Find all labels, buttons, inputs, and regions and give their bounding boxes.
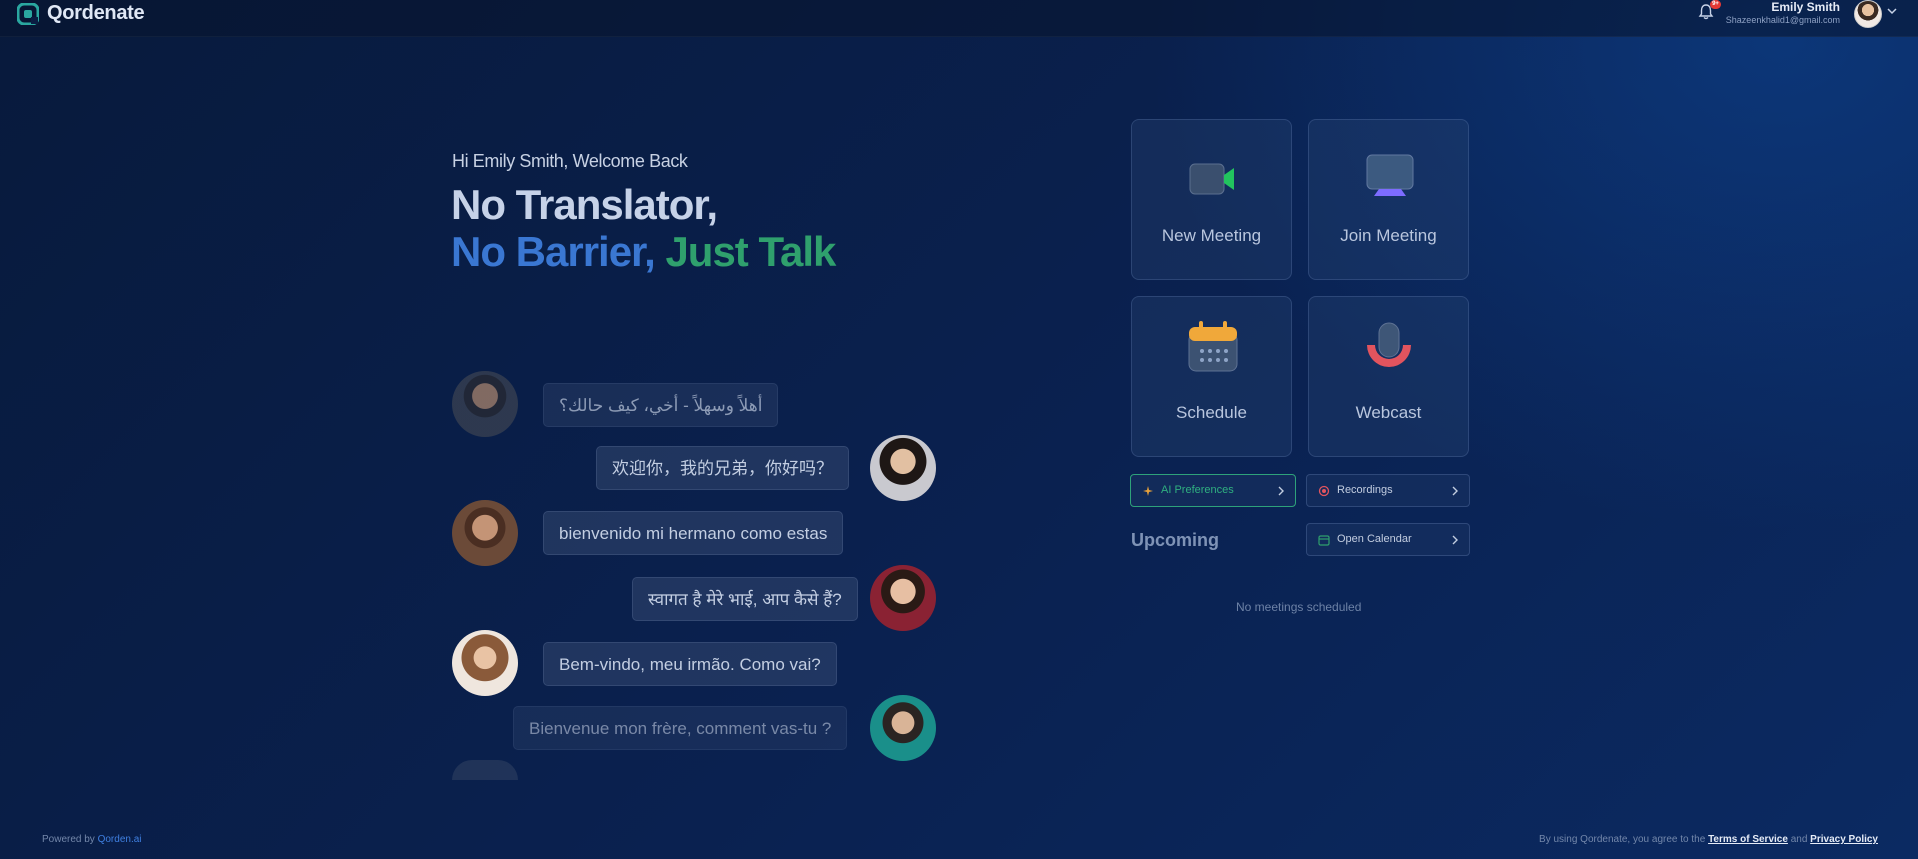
user-name[interactable]: Emily Smith xyxy=(1771,0,1840,14)
legal-notice: By using Qordenate, you agree to the Ter… xyxy=(1539,834,1878,845)
webcast-label: Webcast xyxy=(1355,403,1422,422)
chat-bubble: Bienvenue mon frère, comment vas-tu ? xyxy=(513,706,848,750)
ai-preferences-button[interactable]: AI Preferences xyxy=(1130,474,1296,507)
empty-state-text: No meetings scheduled xyxy=(1236,600,1362,614)
monitor-icon xyxy=(1366,154,1413,196)
headline-line-2: No Barrier, Just Talk xyxy=(451,228,836,276)
powered-by: Powered by Qorden.ai xyxy=(42,834,142,845)
calendar-icon xyxy=(1188,321,1237,372)
chat-avatar xyxy=(870,695,936,761)
schedule-card[interactable]: Schedule xyxy=(1131,296,1292,457)
join-meeting-card[interactable]: Join Meeting xyxy=(1308,119,1469,280)
chat-avatar xyxy=(452,500,518,566)
top-bar xyxy=(0,0,1918,37)
recordings-button[interactable]: Recordings xyxy=(1306,474,1470,507)
upcoming-title: Upcoming xyxy=(1131,530,1219,550)
terms-link[interactable]: Terms of Service xyxy=(1708,834,1788,845)
open-calendar-button[interactable]: Open Calendar xyxy=(1306,523,1470,556)
user-avatar[interactable] xyxy=(1854,0,1882,28)
chat-avatar xyxy=(452,760,518,780)
calendar-small-icon xyxy=(1318,535,1330,546)
chat-bubble: bienvenido mi hermano como estas xyxy=(543,511,844,555)
join-meeting-label: Join Meeting xyxy=(1340,226,1437,245)
user-email: Shazeenkhalid1@gmail.com xyxy=(1725,15,1840,25)
video-camera-icon xyxy=(1189,163,1234,195)
new-meeting-label: New Meeting xyxy=(1161,226,1262,245)
record-icon xyxy=(1318,485,1330,497)
app-name: Qordenate xyxy=(47,2,145,24)
app-logo[interactable]: Qordenate xyxy=(17,2,145,25)
webcast-card[interactable]: Webcast xyxy=(1308,296,1469,457)
headline-green: Just Talk xyxy=(665,228,836,275)
recordings-label: Recordings xyxy=(1337,484,1393,496)
open-calendar-label: Open Calendar xyxy=(1337,533,1412,545)
powered-prefix: Powered by xyxy=(42,834,95,845)
chevron-right-icon xyxy=(1452,486,1458,496)
welcome-greeting: Hi Emily Smith, Welcome Back xyxy=(452,151,688,171)
and-text: and xyxy=(1790,834,1808,845)
powered-brand-link[interactable]: Qorden.ai xyxy=(98,834,142,845)
chat-avatar xyxy=(452,630,518,696)
chat-avatar xyxy=(452,371,518,437)
chevron-right-icon xyxy=(1278,486,1284,496)
chat-bubble: 欢迎你，我的兄弟，你好吗？ xyxy=(596,446,849,490)
microphone-icon xyxy=(1366,322,1411,367)
ai-preferences-label: AI Preferences xyxy=(1161,484,1234,496)
chat-avatar xyxy=(870,565,936,631)
chat-bubble: أهلاً وسهلاً - أخي، كيف حالك؟ xyxy=(543,383,779,427)
chat-avatar xyxy=(870,435,936,501)
chat-bubble: Bem-vindo, meu irmão. Como vai? xyxy=(543,642,837,686)
notification-badge: 9+ xyxy=(1710,0,1721,9)
headline-line-1: No Translator, xyxy=(451,181,718,228)
schedule-label: Schedule xyxy=(1176,403,1247,422)
chevron-right-icon xyxy=(1452,535,1458,545)
logo-icon xyxy=(17,2,39,25)
agree-prefix: By using Qordenate, you agree to the xyxy=(1539,834,1706,845)
headline-blue: No Barrier, xyxy=(451,228,656,275)
chevron-down-icon[interactable] xyxy=(1886,5,1898,17)
chat-bubble: स्वागत है मेरे भाई, आप कैसे हैं? xyxy=(632,577,858,621)
sparkle-icon xyxy=(1143,486,1153,496)
new-meeting-card[interactable]: New Meeting xyxy=(1131,119,1292,280)
privacy-link[interactable]: Privacy Policy xyxy=(1810,834,1878,845)
